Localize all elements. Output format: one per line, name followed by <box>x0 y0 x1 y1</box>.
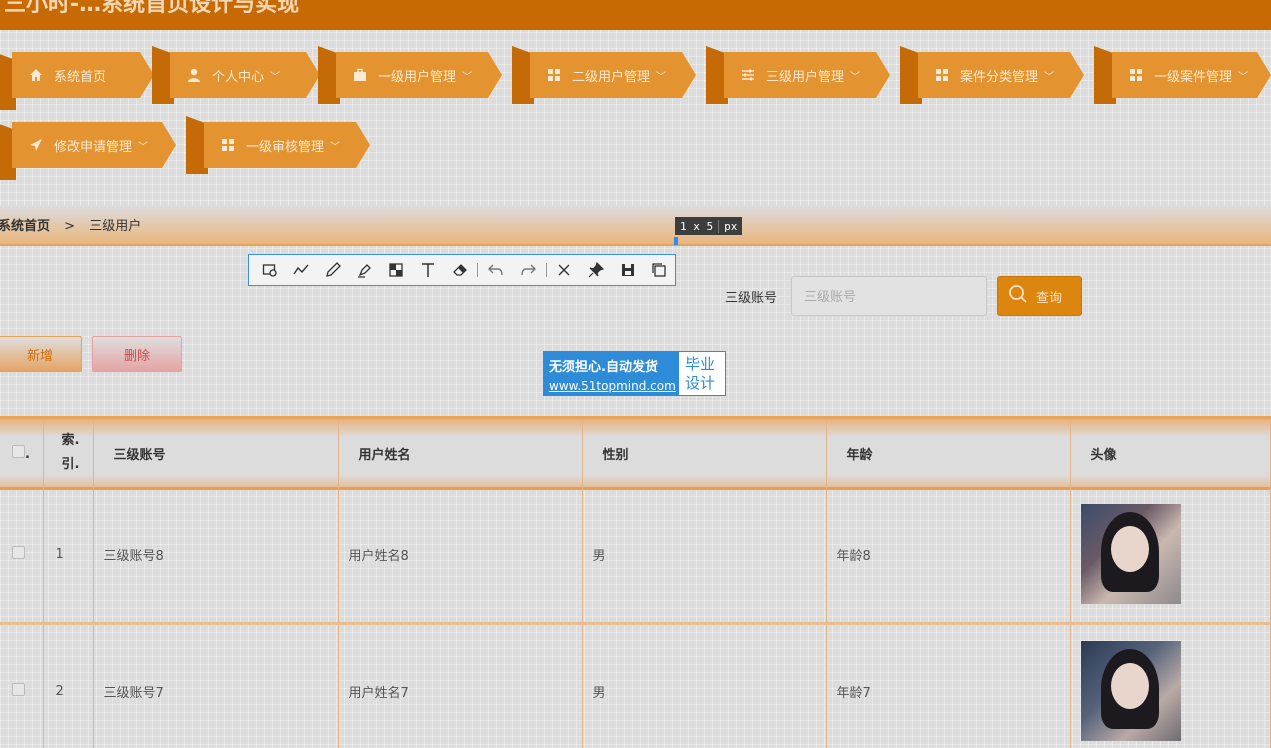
column-header-index: 索. 引. <box>43 419 94 487</box>
chevron-down-icon: ﹀ <box>656 71 667 83</box>
column-header-account: 三级账号 <box>93 419 339 487</box>
chevron-down-icon: ﹀ <box>850 71 861 83</box>
mosaic-icon[interactable] <box>381 257 413 283</box>
cell-age: 年龄8 <box>826 487 1071 625</box>
close-icon[interactable] <box>549 257 581 283</box>
capture-size-unit: px <box>718 219 742 233</box>
capture-size-text: 1 x 5 <box>680 219 714 233</box>
toolbar-divider <box>545 263 547 277</box>
home-icon <box>28 67 44 83</box>
cell-name: 用户姓名8 <box>338 487 583 625</box>
grid-icon <box>546 67 562 83</box>
sliders-icon <box>740 67 756 83</box>
table-row[interactable]: 1 三级账号8 用户姓名8 男 年龄8 <box>0 487 1271 625</box>
breadcrumb-band <box>0 206 1271 246</box>
delete-button[interactable]: 删除 <box>92 336 182 372</box>
nav-label: 二级用户管理 <box>572 69 651 85</box>
avatar[interactable] <box>1080 504 1181 605</box>
chevron-down-icon: ﹀ <box>270 71 281 83</box>
cell-sex: 男 <box>582 623 827 748</box>
grid-icon <box>220 137 236 153</box>
table-row[interactable]: 2 三级账号7 用户姓名7 男 年龄7 <box>0 623 1271 748</box>
search-button-label: 查询 <box>1036 290 1063 306</box>
breadcrumb: 系统首页 > 三级用户 <box>0 215 141 234</box>
select-all-header: . <box>0 419 44 487</box>
text-icon[interactable] <box>412 257 444 283</box>
nav-label: 修改申请管理 <box>54 139 133 155</box>
watermark-slogan: 无须担心.自动发货 <box>549 360 658 375</box>
copy-icon[interactable] <box>643 257 675 283</box>
toolbar-divider <box>477 263 479 277</box>
table-header-row: . 索. 引. 三级账号 用户姓名 性别 年龄 头像 <box>0 419 1271 487</box>
cell-avatar <box>1070 623 1271 748</box>
cell-index: 1 <box>43 487 94 625</box>
capture-selection-handle[interactable] <box>674 237 678 245</box>
watermark-badge: 无须担心.自动发货 www.51topmind.com 毕业 设计 <box>543 351 726 396</box>
watermark-badge-line2: 设计 <box>685 374 716 392</box>
chevron-down-icon: ﹀ <box>1238 71 1249 83</box>
chevron-down-icon: ﹀ <box>330 141 341 153</box>
nav-label: 一级用户管理 <box>378 69 457 85</box>
capture-size-indicator: 1 x 5 px <box>675 217 743 235</box>
nav-label: 一级审核管理 <box>246 139 325 155</box>
row-checkbox[interactable] <box>12 545 25 559</box>
row-checkbox[interactable] <box>12 682 25 696</box>
cell-age: 年龄7 <box>826 623 1071 748</box>
page: 三小时-…系统首页设计与实现 系统首页 个人中心 ﹀ 一级用户管理 ﹀ 二级用户… <box>0 0 1271 748</box>
chevron-down-icon: ﹀ <box>138 141 149 153</box>
capture-toolbar <box>248 254 676 286</box>
nav-label: 案件分类管理 <box>960 69 1039 85</box>
watermark-badge-line1: 毕业 <box>685 355 716 373</box>
cell-name: 用户姓名7 <box>338 623 583 748</box>
breadcrumb-current: 三级用户 <box>89 219 142 234</box>
cell-avatar <box>1070 487 1271 625</box>
cell-index: 2 <box>43 623 94 748</box>
cell-sex: 男 <box>582 487 827 625</box>
user-icon <box>186 67 202 83</box>
chevron-down-icon: ﹀ <box>1044 71 1055 83</box>
column-header-sex: 性别 <box>582 419 827 487</box>
top-header: 三小时-…系统首页设计与实现 <box>0 0 1271 30</box>
search-label: 三级账号 <box>725 291 778 306</box>
search-icon <box>1008 284 1028 308</box>
nav-label: 一级案件管理 <box>1154 69 1233 85</box>
briefcase-icon <box>352 67 368 83</box>
save-icon[interactable] <box>612 257 644 283</box>
grid-icon <box>1128 67 1144 83</box>
send-icon <box>28 137 44 153</box>
redo-icon[interactable] <box>512 257 544 283</box>
pen-icon[interactable] <box>317 257 349 283</box>
nav-label: 个人中心 <box>212 69 265 85</box>
curve-icon[interactable] <box>286 257 318 283</box>
breadcrumb-home[interactable]: 系统首页 <box>0 219 50 234</box>
rectangle-icon[interactable] <box>254 257 286 283</box>
column-header-avatar: 头像 <box>1070 419 1271 487</box>
eraser-icon[interactable] <box>444 257 476 283</box>
data-table: . 索. 引. 三级账号 用户姓名 性别 年龄 头像 1 三级账号8 用户姓名8… <box>0 419 1271 748</box>
marker-icon[interactable] <box>349 257 381 283</box>
cell-account: 三级账号7 <box>93 623 339 748</box>
nav-label: 系统首页 <box>54 69 107 85</box>
watermark-url: www.51topmind.com <box>549 379 676 393</box>
undo-icon[interactable] <box>480 257 512 283</box>
column-header-name: 用户姓名 <box>338 419 583 487</box>
chevron-down-icon: ﹀ <box>462 71 473 83</box>
grid-icon <box>934 67 950 83</box>
search-input[interactable] <box>791 276 987 316</box>
app-title: 三小时-…系统首页设计与实现 <box>4 0 300 17</box>
nav-label: 三级用户管理 <box>766 69 845 85</box>
add-button[interactable]: 新增 <box>0 336 82 372</box>
avatar[interactable] <box>1080 641 1181 741</box>
breadcrumb-separator: > <box>64 219 76 234</box>
pin-icon[interactable] <box>580 257 612 283</box>
search-button[interactable]: 查询 <box>997 276 1082 316</box>
column-header-age: 年龄 <box>826 419 1071 487</box>
cell-account: 三级账号8 <box>93 487 339 625</box>
select-all-checkbox[interactable] <box>12 444 25 458</box>
